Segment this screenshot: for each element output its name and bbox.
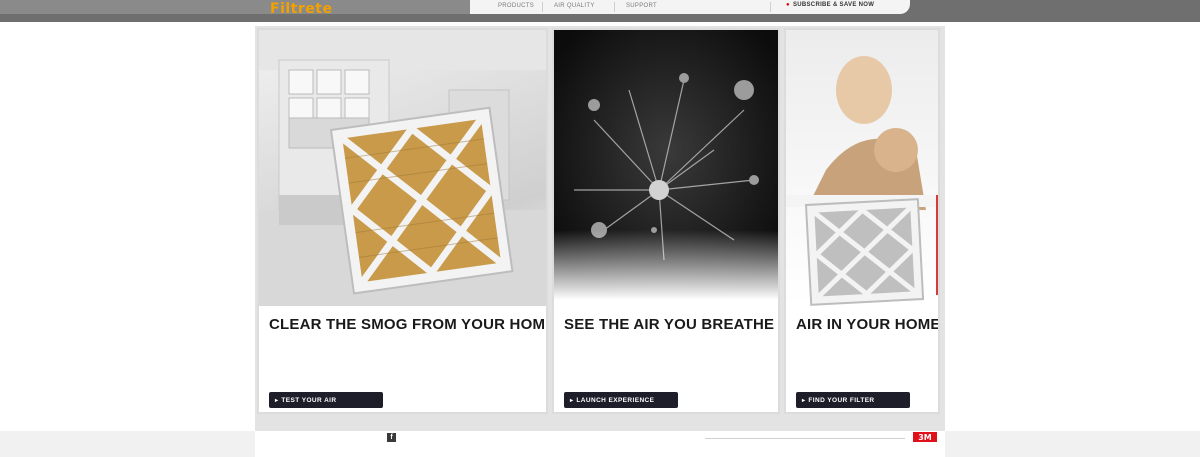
launch-experience-button[interactable]: ▸ LAUNCH EXPERIENCE bbox=[564, 392, 678, 408]
facebook-icon[interactable]: f bbox=[387, 433, 396, 442]
living-room-illustration bbox=[259, 30, 546, 306]
promo-panel: CLEAR THE SMOG FROM YOUR HOME ▸ TEST YOU… bbox=[255, 26, 945, 431]
chevron-right-icon: ▸ bbox=[802, 397, 806, 404]
nav-link-air-quality[interactable]: AIR QUALITY bbox=[554, 3, 595, 9]
chevron-right-icon: ▸ bbox=[570, 397, 574, 404]
card-title: SEE THE AIR YOU BREATHE bbox=[564, 316, 775, 333]
family-illustration bbox=[786, 56, 938, 306]
test-your-air-button[interactable]: ▸ TEST YOUR AIR bbox=[269, 392, 383, 408]
card-title: CLEAR THE SMOG FROM YOUR HOME bbox=[269, 316, 548, 333]
button-label: FIND YOUR FILTER bbox=[808, 396, 875, 404]
card-title: AIR IN YOUR HOME bbox=[796, 316, 940, 333]
family-filter-image bbox=[786, 30, 938, 306]
button-label: TEST YOUR AIR bbox=[281, 396, 337, 404]
promo-card-see-air: SEE THE AIR YOU BREATHE ▸ LAUNCH EXPERIE… bbox=[552, 28, 780, 414]
pollen-particle-image bbox=[554, 30, 778, 300]
user-icon: ● bbox=[786, 2, 790, 8]
footer: f 3M bbox=[0, 431, 1200, 457]
chevron-right-icon: ▸ bbox=[275, 397, 279, 404]
main-nav: PRODUCTS AIR QUALITY SUPPORT ● SUBSCRIBE… bbox=[470, 0, 910, 14]
promo-card-air-home: AIR IN YOUR HOME ▸ FIND YOUR FILTER bbox=[784, 28, 940, 414]
subscribe-link[interactable]: ● SUBSCRIBE & SAVE NOW bbox=[786, 2, 874, 8]
subscribe-label: SUBSCRIBE & SAVE NOW bbox=[792, 2, 875, 8]
pollen-illustration bbox=[554, 30, 778, 300]
nav-divider bbox=[614, 2, 615, 12]
living-room-filter-image bbox=[259, 30, 546, 306]
nav-divider bbox=[770, 2, 771, 12]
top-bar-strip bbox=[0, 0, 470, 14]
nav-link-support[interactable]: SUPPORT bbox=[626, 3, 657, 9]
top-bar: Filtrete PRODUCTS AIR QUALITY SUPPORT ● … bbox=[0, 0, 1200, 22]
promo-card-smog: CLEAR THE SMOG FROM YOUR HOME ▸ TEST YOU… bbox=[257, 28, 548, 414]
footer-divider bbox=[705, 438, 905, 439]
footer-inner: f 3M bbox=[255, 431, 945, 457]
nav-link-products[interactable]: PRODUCTS bbox=[498, 3, 534, 9]
3m-logo[interactable]: 3M bbox=[913, 432, 937, 442]
button-label: LAUNCH EXPERIENCE bbox=[576, 396, 655, 404]
logo[interactable]: Filtrete bbox=[270, 2, 336, 16]
nav-divider bbox=[542, 2, 543, 12]
find-your-filter-button[interactable]: ▸ FIND YOUR FILTER bbox=[796, 392, 910, 408]
logo-wordmark: Filtrete bbox=[270, 1, 333, 17]
